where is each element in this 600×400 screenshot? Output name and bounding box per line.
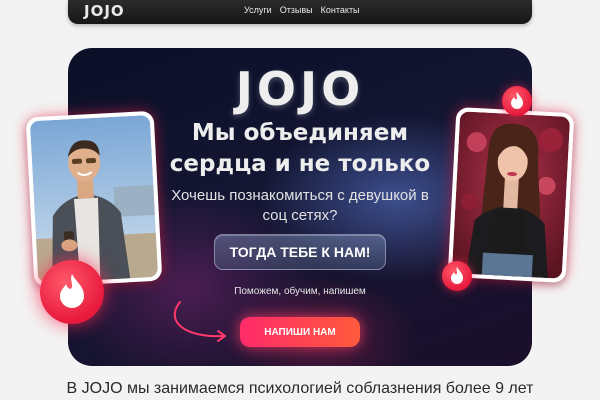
cta-primary-button[interactable]: НАПИШИ НАМ <box>240 317 360 347</box>
about-text: В JOJO мы занимаемся психологией соблазн… <box>66 380 534 397</box>
photo-man <box>29 114 159 284</box>
flame-badge-bottom-right <box>442 261 472 291</box>
nav-link-contacts[interactable]: Контакты <box>321 5 360 15</box>
flame-badge-top-right <box>502 86 532 116</box>
nav-links: Услуги Отзывы Контакты <box>244 5 360 15</box>
cta-secondary-button[interactable]: ТОГДА ТЕБЕ К НАМ! <box>214 234 386 270</box>
arrow-icon <box>173 301 226 342</box>
nav-link-services[interactable]: Услуги <box>244 5 272 15</box>
flame-icon <box>511 92 523 109</box>
photo-woman <box>451 111 571 279</box>
flame-badge-left <box>40 260 104 324</box>
flame-icon <box>451 267 463 284</box>
flame-icon <box>60 274 84 308</box>
photo-card-man <box>25 110 163 288</box>
photo-card-woman <box>447 107 575 283</box>
nav-link-reviews[interactable]: Отзывы <box>280 5 313 15</box>
hero-subtitle: Хочешь познакомиться с девушкой в соц се… <box>171 187 429 224</box>
nav-logo[interactable]: JOJO <box>84 2 125 20</box>
top-navbar: JOJO Услуги Отзывы Контакты <box>68 0 532 24</box>
